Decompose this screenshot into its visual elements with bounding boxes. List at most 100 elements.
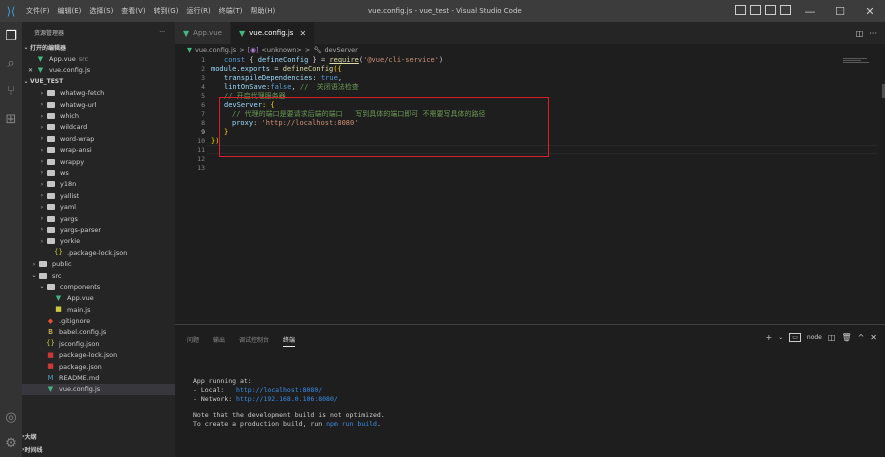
file-tree-item[interactable]: › yargs	[22, 213, 175, 224]
file-tree-item[interactable]: M README.md	[22, 372, 175, 383]
file-tree-item[interactable]: ■ main.js	[22, 304, 175, 315]
outline-section[interactable]: › 大纲	[22, 431, 37, 442]
breadcrumb-file[interactable]: vue.config.js	[195, 46, 236, 54]
maximize-panel-icon[interactable]: ^	[858, 333, 865, 342]
file-tree-item[interactable]: › y18n	[22, 179, 175, 190]
explorer-more-button[interactable]: ···	[159, 29, 165, 36]
code-editor[interactable]: 1 const { defineConfig } = require('@vue…	[175, 56, 885, 324]
timeline-section[interactable]: › 时间线	[22, 444, 43, 455]
extensions-icon[interactable]: ⊞	[0, 108, 22, 130]
maximize-button[interactable]: ☐	[825, 0, 855, 22]
menu-file[interactable]: 文件(F)	[22, 6, 54, 16]
open-editor-path: src	[78, 55, 89, 64]
folder-icon	[47, 215, 55, 222]
close-editor-icon[interactable]: ✕	[28, 67, 36, 74]
menu-run[interactable]: 运行(R)	[182, 6, 214, 16]
file-tree-item[interactable]: › wrappy	[22, 156, 175, 167]
customize-layout-icon[interactable]	[780, 5, 791, 15]
chevron-down-icon: ⌄	[39, 283, 45, 291]
network-url-link[interactable]: http://192.168.0.106:8080/	[236, 395, 338, 403]
highlight-annotation-box	[219, 97, 549, 157]
file-tree: › whatwg-fetch › whatwg-url › which › wildcard ›…	[22, 88, 175, 396]
trash-icon[interactable]: 🗑	[841, 333, 851, 342]
local-url-link[interactable]: http://localhost:8080/	[236, 386, 322, 394]
breadcrumb-symbol[interactable]: devServer	[325, 46, 358, 54]
tab-close-icon[interactable]: ✕	[299, 29, 306, 38]
open-editors-section[interactable]: ⌄ 打开的编辑器	[22, 42, 175, 53]
tab-debug-console[interactable]: 调试控制台	[239, 335, 269, 347]
terminal-line: - Local: http://localhost:8080/	[193, 386, 323, 394]
file-tree-item[interactable]: › whatwg-url	[22, 99, 175, 110]
file-tree-item[interactable]: ■ package.json	[22, 361, 175, 372]
code-line: 10 })	[175, 137, 219, 145]
tab-terminal[interactable]: 终端	[283, 335, 296, 347]
open-editor-item[interactable]: ✕ ▼ vue.config.js	[22, 65, 175, 76]
open-editor-label: App.vue	[49, 55, 76, 64]
file-tree-item[interactable]: › whatwg-fetch	[22, 88, 175, 99]
split-terminal-icon[interactable]: ◫	[828, 333, 836, 342]
file-tree-item[interactable]: ▼ vue.config.js	[22, 383, 175, 396]
file-tree-item[interactable]: › yorkie	[22, 236, 175, 247]
minimize-button[interactable]: —	[795, 0, 825, 22]
breadcrumb: ▼ vue.config.js > [◉] <unknown> > 🔧︎ dev…	[175, 44, 885, 56]
tab-app-vue[interactable]: ▼ App.vue	[175, 22, 231, 44]
project-section[interactable]: ⌄ VUE_TEST	[22, 76, 175, 87]
menu-help[interactable]: 帮助(H)	[247, 6, 280, 16]
file-tree-item[interactable]: › word-wrap	[22, 133, 175, 144]
tab-vue-config[interactable]: ▼ vue.config.js ✕	[230, 22, 316, 44]
file-tree-item[interactable]: {} jsconfig.json	[22, 338, 175, 349]
file-tree-item[interactable]: ⌄ src	[22, 270, 175, 281]
file-tree-item[interactable]: › public	[22, 258, 175, 269]
file-tree-label: wrappy	[60, 157, 85, 166]
close-window-button[interactable]: ✕	[855, 0, 885, 22]
file-tree-item[interactable]: › which	[22, 110, 175, 121]
menu-view[interactable]: 查看(V)	[117, 6, 149, 16]
folder-icon	[47, 113, 55, 120]
toggle-secondary-sidebar-icon[interactable]	[765, 5, 776, 15]
folder-icon	[47, 90, 55, 97]
file-tree-item[interactable]: ■ package-lock.json	[22, 350, 175, 361]
file-tree-item[interactable]: Bbabel.config.js	[22, 327, 175, 338]
menu-selection[interactable]: 选择(S)	[85, 6, 117, 16]
explorer-title: 资源管理器	[34, 29, 65, 37]
file-tree-item[interactable]: › yallist	[22, 190, 175, 201]
menu-edit[interactable]: 编辑(E)	[54, 6, 86, 16]
explorer-icon[interactable]: ❐	[0, 25, 22, 47]
more-actions-icon[interactable]: ···	[869, 29, 877, 38]
module-icon: [◉]	[247, 46, 259, 54]
editor-tabs: ▼ App.vue ▼ vue.config.js ✕ ◫ ···	[175, 22, 885, 44]
minimap[interactable]	[843, 58, 871, 64]
file-tree-item[interactable]: ◆ .gitignore	[22, 315, 175, 326]
toggle-panel-icon[interactable]	[750, 5, 761, 15]
file-tree-item[interactable]: › yaml	[22, 201, 175, 212]
chevron-down-icon[interactable]: ⌄	[778, 334, 783, 341]
file-tree-item[interactable]: › ws	[22, 167, 175, 178]
json-icon: {}	[54, 248, 63, 257]
source-control-icon[interactable]: ⑂	[0, 80, 22, 102]
file-tree-item[interactable]: › wildcard	[22, 122, 175, 133]
vue-icon: ▼	[55, 293, 62, 302]
menu-go[interactable]: 转到(G)	[150, 6, 183, 16]
file-tree-item[interactable]: › wrap-ansi	[22, 145, 175, 156]
file-tree-item[interactable]: › yargs-parser	[22, 224, 175, 235]
breadcrumb-scope[interactable]: <unknown>	[261, 46, 301, 54]
file-tree-item[interactable]: ▼ App.vue	[22, 293, 175, 304]
file-tree-item[interactable]: {} .package-lock.json	[22, 247, 175, 258]
terminal-shell-label[interactable]: node	[807, 334, 822, 341]
menu-terminal[interactable]: 终端(T)	[215, 6, 247, 16]
settings-gear-icon[interactable]: ⚙	[0, 432, 22, 454]
file-tree-label: wrap-ansi	[60, 146, 92, 155]
search-icon[interactable]: ⌕	[0, 52, 22, 74]
file-tree-item[interactable]: ⌄ components	[22, 281, 175, 292]
tab-output[interactable]: 输出	[213, 335, 225, 347]
file-tree-label: word-wrap	[60, 134, 95, 143]
npm-icon: ■	[47, 362, 54, 371]
account-icon[interactable]: ◎	[0, 406, 22, 428]
open-editor-item[interactable]: ▼ App.vue src	[22, 53, 175, 64]
code-line: 7 // 代理的端口是要请求后端的端口 写到具体的端口即可 不需要写具体的路径	[175, 110, 485, 118]
close-panel-icon[interactable]: ✕	[870, 333, 877, 342]
split-editor-icon[interactable]: ◫	[856, 29, 864, 38]
tab-problems[interactable]: 问题	[187, 335, 199, 347]
new-terminal-button[interactable]: +	[765, 333, 772, 342]
toggle-sidebar-icon[interactable]	[735, 5, 746, 15]
